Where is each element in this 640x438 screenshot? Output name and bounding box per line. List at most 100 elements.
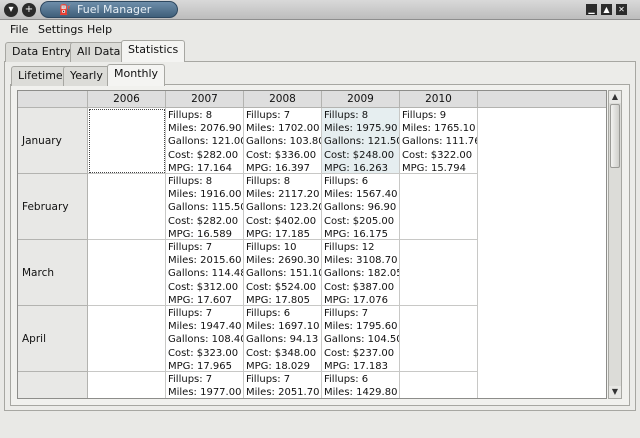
cell-stat-line: Miles: 1567.40 xyxy=(324,189,398,201)
cell-stat-line: Cost: $205.00 xyxy=(324,215,395,227)
cell-stat-line: MPG: 18.029 xyxy=(246,360,310,372)
cell-stat-line: Miles: 1765.10 xyxy=(402,123,476,135)
cell-stat-line: MPG: 16.263 xyxy=(324,162,388,174)
add-icon[interactable]: + xyxy=(22,3,36,17)
window-title: Fuel Manager xyxy=(77,3,152,16)
table-cell[interactable]: Fillups: 7 Miles: 1702.00 Gallons: 103.80 C… xyxy=(244,108,322,174)
table-cell[interactable] xyxy=(88,372,166,398)
cell-stat-line: MPG: 17.076 xyxy=(324,294,388,306)
cell-stat-line: Miles: 2076.90 xyxy=(168,123,242,135)
cell-stat-line: Fillups: 6 xyxy=(324,374,369,385)
cell-stat-line: Miles: 1795.60 xyxy=(324,321,398,333)
cell-stat-line: MPG: 17.164 xyxy=(168,162,232,174)
table-cell[interactable]: Fillups: 8 Miles: 1916.00 Gallons: 115.50 C… xyxy=(166,174,244,240)
table-cell[interactable] xyxy=(400,240,478,306)
close-icon[interactable]: ✕ xyxy=(616,4,627,15)
cell-stat-line: Cost: $402.00 xyxy=(246,215,317,227)
cell-stat-line: MPG: 17.965 xyxy=(168,360,232,372)
cell-stat-line: Miles: 1697.10 xyxy=(246,321,320,333)
table-cell[interactable]: Fillups: 7 Miles: 2015.60 Gallons: 114.48 C… xyxy=(166,240,244,306)
cell-stat-line: Cost: $282.00 xyxy=(168,149,239,161)
cell-stat-line: MPG: 16.175 xyxy=(324,228,388,240)
column-header-2008: 2008 xyxy=(244,91,322,108)
cell-stat-line: Miles: 3108.70 xyxy=(324,255,398,267)
cell-stat-line: Gallons: 151.10 xyxy=(246,268,322,280)
scrollbar-thumb[interactable] xyxy=(610,104,620,168)
table-cell[interactable]: Fillups: 7 Miles: 2051.70 xyxy=(244,372,322,398)
cell-stat-line: Fillups: 7 xyxy=(324,308,369,319)
cell-stat-line: Cost: $323.00 xyxy=(168,347,239,359)
table-cell[interactable] xyxy=(400,306,478,372)
cell-stat-line: Cost: $282.00 xyxy=(168,215,239,227)
cell-stat-line: Fillups: 8 xyxy=(168,110,213,121)
cell-stat-line: MPG: 16.397 xyxy=(246,162,310,174)
menu-settings[interactable]: Settings xyxy=(38,23,83,36)
table-cell[interactable] xyxy=(88,306,166,372)
cell-stat-line: Miles: 1977.00 xyxy=(168,387,242,399)
cell-stat-line: Gallons: 123.20 xyxy=(246,202,322,214)
table-cell[interactable]: Fillups: 7 Miles: 1947.40 Gallons: 108.40 C… xyxy=(166,306,244,372)
cell-stat-line: Fillups: 9 xyxy=(402,110,447,121)
table-cell[interactable]: Fillups: 9 Miles: 1765.10 Gallons: 111.76 C… xyxy=(400,108,478,174)
table-cell[interactable]: Fillups: 12 Miles: 3108.70 Gallons: 182.05… xyxy=(322,240,400,306)
subtab-lifetime[interactable]: Lifetime xyxy=(11,66,70,86)
cell-stat-line: Cost: $237.00 xyxy=(324,347,395,359)
monthly-statistics-table[interactable]: 2006 2007 2008 2009 2010 January Fillups: 8 Mil… xyxy=(17,90,607,399)
cell-stat-line: Miles: 1975.90 xyxy=(324,123,398,135)
subtab-monthly[interactable]: Monthly xyxy=(107,64,166,86)
cell-stat-line: MPG: 16.589 xyxy=(168,228,232,240)
cell-stat-line: MPG: 17.805 xyxy=(246,294,310,306)
cell-stat-line: MPG: 17.185 xyxy=(246,228,310,240)
scroll-down-icon[interactable]: ▼ xyxy=(609,386,621,398)
menu-file[interactable]: File xyxy=(10,23,28,36)
table-cell[interactable]: Fillups: 7 Miles: 1977.00 xyxy=(166,372,244,399)
table-cell[interactable]: Fillups: 7 Miles: 1795.60 Gallons: 104.50 C… xyxy=(322,306,400,372)
cell-stat-line: Miles: 1916.00 xyxy=(168,189,242,201)
tab-all-data[interactable]: All Data xyxy=(70,42,128,62)
column-header-2007: 2007 xyxy=(166,91,244,108)
table-cell[interactable]: Fillups: 6 Miles: 1429.80 xyxy=(322,372,400,398)
cell-stat-line: Fillups: 8 xyxy=(168,176,213,187)
tab-data-entry[interactable]: Data Entry xyxy=(5,42,79,62)
cell-stat-line: MPG: 15.794 xyxy=(402,162,466,174)
cell-stat-line: Gallons: 121.00 xyxy=(168,136,244,148)
cell-stat-line: MPG: 17.607 xyxy=(168,294,232,306)
table-cell[interactable]: Fillups: 8 Miles: 1975.90 Gallons: 121.50 C… xyxy=(322,108,400,174)
table-cell[interactable] xyxy=(88,240,166,306)
cell-stat-line: Miles: 1702.00 xyxy=(246,123,320,135)
table-cell[interactable]: Fillups: 8 Miles: 2076.90 Gallons: 121.00 C… xyxy=(166,108,244,174)
table-cell[interactable] xyxy=(88,174,166,240)
cell-stat-line: Gallons: 182.05 xyxy=(324,268,400,280)
fuel-pump-icon: ⛽ xyxy=(59,5,72,16)
table-cell[interactable]: Fillups: 6 Miles: 1567.40 Gallons: 96.90 Co… xyxy=(322,174,400,240)
cell-stat-line: Miles: 2015.60 xyxy=(168,255,242,267)
maximize-icon[interactable]: ▲ xyxy=(601,4,612,15)
cell-stat-line: MPG: 17.183 xyxy=(324,360,388,372)
menu-bar: File Settings Help xyxy=(0,20,640,39)
cell-stat-line: Cost: $387.00 xyxy=(324,281,395,293)
table-cell[interactable]: Fillups: 10 Miles: 2690.30 Gallons: 151.10… xyxy=(244,240,322,306)
cell-stat-line: Fillups: 12 xyxy=(324,242,375,253)
table-cell[interactable] xyxy=(400,174,478,240)
menu-help[interactable]: Help xyxy=(87,23,112,36)
subtab-yearly[interactable]: Yearly xyxy=(63,66,110,86)
minimize-icon[interactable]: ▁ xyxy=(586,4,597,15)
cell-stat-line: Gallons: 108.40 xyxy=(168,334,244,346)
cell-stat-line: Fillups: 8 xyxy=(324,110,369,121)
cell-stat-line: Cost: $348.00 xyxy=(246,347,317,359)
table-cell[interactable] xyxy=(400,372,478,398)
scroll-up-icon[interactable]: ▲ xyxy=(609,91,621,103)
row-header-april: April xyxy=(18,306,88,372)
column-header-filler xyxy=(478,91,606,108)
window-menu-icon[interactable]: ▾ xyxy=(4,3,18,17)
table-cell[interactable] xyxy=(88,108,166,174)
table-cell[interactable]: Fillups: 8 Miles: 2117.20 Gallons: 123.20 C… xyxy=(244,174,322,240)
cell-stat-line: Gallons: 115.50 xyxy=(168,202,244,214)
tab-statistics[interactable]: Statistics xyxy=(121,40,186,62)
column-header-2010: 2010 xyxy=(400,91,478,108)
table-cell[interactable]: Fillups: 6 Miles: 1697.10 Gallons: 94.13 Co… xyxy=(244,306,322,372)
cell-stat-line: Cost: $322.00 xyxy=(402,149,473,161)
vertical-scrollbar[interactable]: ▲ ▼ xyxy=(608,90,622,399)
row-header-january: January xyxy=(18,108,88,174)
cell-stat-line: Gallons: 121.50 xyxy=(324,136,400,148)
